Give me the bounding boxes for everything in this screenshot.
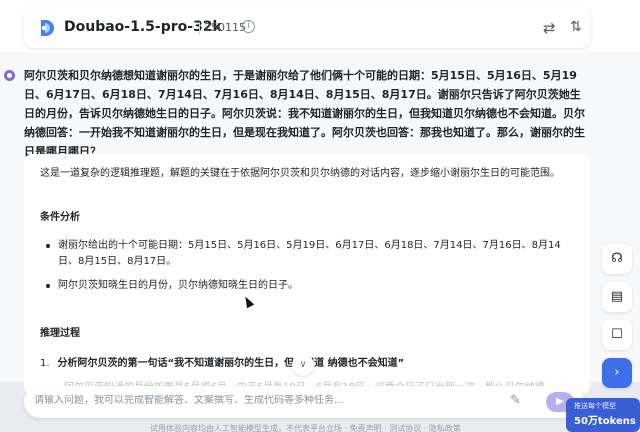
user-question: 阿尔贝茨和贝尔纳德想知道谢丽尔的生日，于是谢丽尔给了他们俩十个可能的日期：5月1… bbox=[24, 69, 585, 158]
settings-sliders-icon[interactable]: ⇅ bbox=[570, 19, 582, 35]
step-1-text: 分析阿尔贝茨的第一句话“我不知道谢丽尔的生日，但我知道 纳德也不会知道” bbox=[57, 358, 405, 369]
step-number: 1. bbox=[40, 358, 50, 369]
header-divider bbox=[199, 22, 200, 35]
answer-intro: 这是一道复杂的逻辑推理题，解题的关键在于依据阿尔贝茨和贝尔纳德的对话内容，逐步缩… bbox=[40, 168, 560, 179]
tokens-promo-badge[interactable]: 推送每个模型 50万tokens bbox=[566, 398, 640, 432]
swap-icon[interactable]: ⇄ bbox=[543, 19, 556, 37]
doubao-logo-icon bbox=[41, 20, 54, 36]
magic-wand-icon[interactable]: ✎ bbox=[510, 393, 521, 408]
list-item: 谢丽尔给出的十个可能日期：5月15日、5月16日、5月19日、6月17日、6月1… bbox=[46, 238, 566, 270]
disclaimer-text: 试用体验内容均由人工智能模型生成，不代表平台立场 · 免责声明 · 测试协议 ·… bbox=[150, 424, 461, 432]
feedback-message-icon[interactable]: ☐ bbox=[602, 320, 632, 350]
chat-input-bar: ✎ ▶ bbox=[24, 386, 584, 418]
list-item: 阿尔贝茨知晓生日的月份，贝尔纳德知晓生日的日子。 bbox=[46, 278, 566, 294]
scroll-down-button[interactable]: ∨ bbox=[292, 354, 314, 376]
docs-book-icon[interactable]: ▤ bbox=[602, 282, 632, 312]
headset-support-icon[interactable]: ☊ bbox=[602, 244, 632, 274]
condition-heading: 条件分析 bbox=[40, 212, 80, 223]
chat-input[interactable] bbox=[34, 395, 454, 406]
expand-arrow-icon[interactable]: › bbox=[602, 358, 632, 388]
user-avatar-icon bbox=[4, 70, 15, 81]
model-selector-card[interactable]: Doubao-1.5-pro-32k 250115 i ⇄ ⇅ bbox=[24, 8, 590, 48]
top-bar: Doubao-1.5-pro-32k 250115 i ⇄ ⇅ bbox=[0, 0, 640, 52]
info-icon[interactable]: i bbox=[242, 20, 255, 33]
promo-amount: 50万tokens bbox=[574, 416, 636, 427]
promo-caption: 推送每个模型 bbox=[574, 402, 616, 410]
model-version: 250115 bbox=[204, 21, 246, 34]
process-heading: 推理过程 bbox=[40, 328, 80, 339]
